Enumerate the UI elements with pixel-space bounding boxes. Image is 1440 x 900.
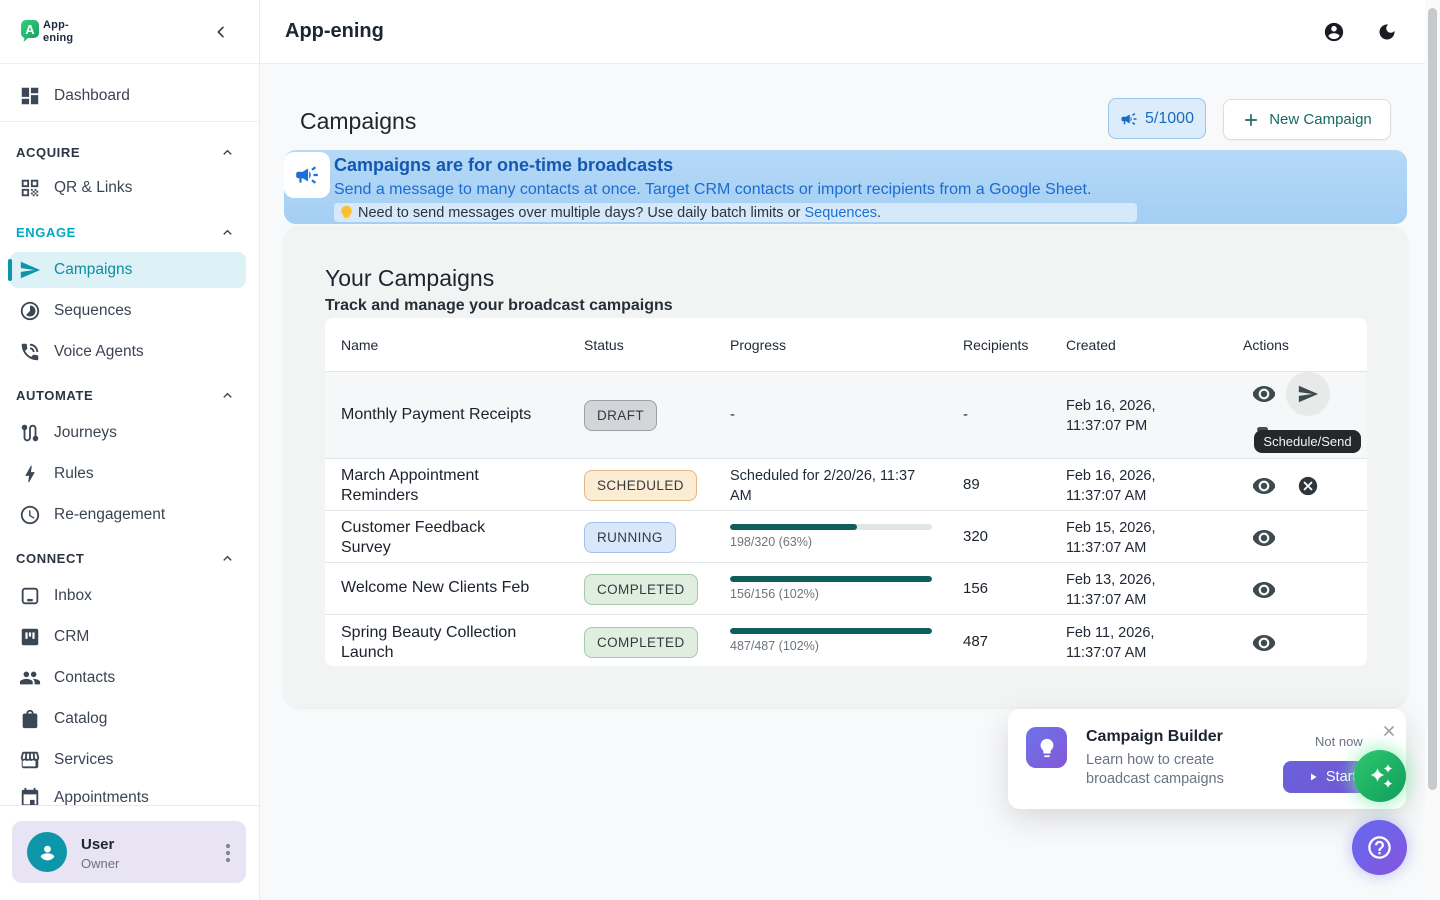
svg-text:A: A bbox=[25, 22, 35, 37]
